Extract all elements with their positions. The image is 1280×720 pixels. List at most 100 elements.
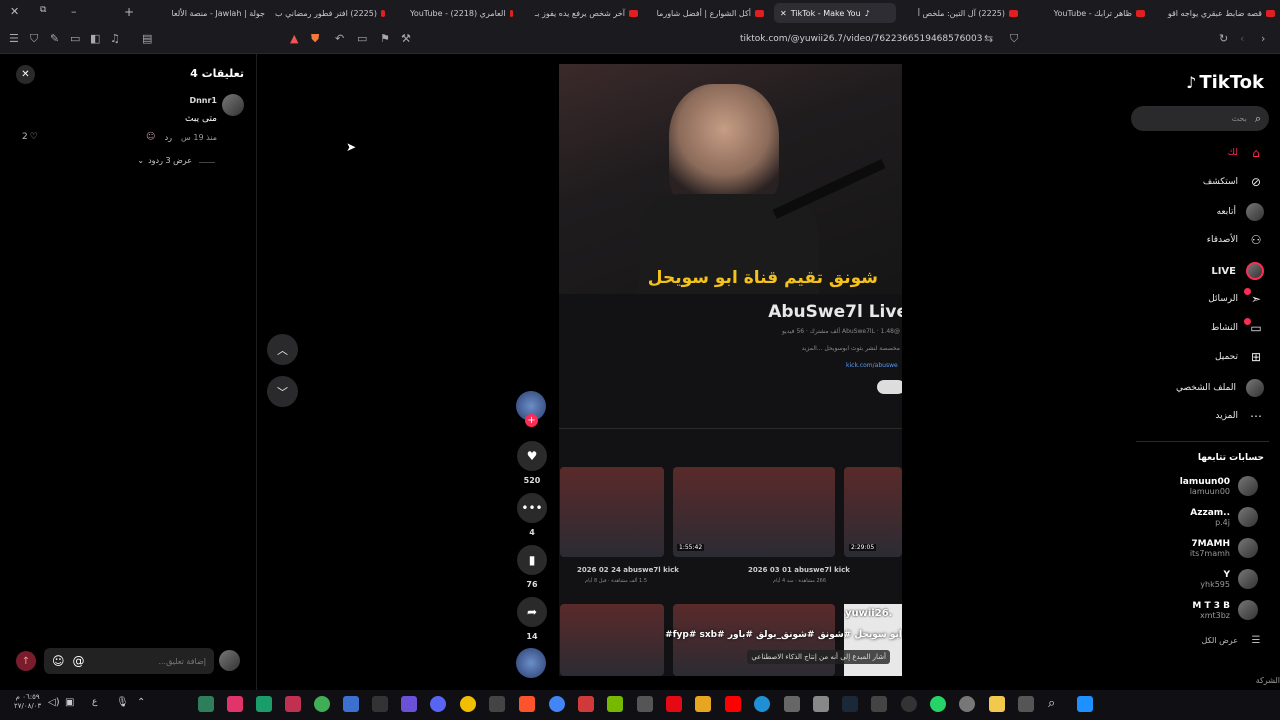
music-disc-avatar[interactable]	[516, 648, 546, 678]
restore-window-icon[interactable]: ⧉	[40, 5, 46, 15]
following-account[interactable]: 7MAMH its7mamh	[1190, 538, 1258, 558]
app-icon[interactable]	[372, 696, 388, 712]
whatsapp-icon[interactable]	[930, 696, 946, 712]
tiktok-app-icon[interactable]	[227, 696, 243, 712]
browser-tab[interactable]: جولة | Jawlah - منصة الألعا	[150, 3, 265, 23]
task-view-icon[interactable]	[1018, 696, 1034, 712]
clock[interactable]: ٠٦:٥٩ م ٢٧/٠٨/٠٣	[14, 693, 41, 711]
network-icon[interactable]: ▣	[65, 697, 74, 708]
close-window-icon[interactable]: ✕	[10, 5, 19, 18]
app-icon[interactable]	[489, 696, 505, 712]
undo-icon[interactable]: ↶	[335, 32, 344, 45]
alert-icon[interactable]: ▲	[290, 32, 298, 45]
tiktok-logo[interactable]: ♪ TikTok	[1186, 72, 1264, 93]
sidebar-icon[interactable]: ◧	[90, 32, 100, 45]
app-icon[interactable]	[198, 696, 214, 712]
brave-browser-icon[interactable]	[519, 696, 535, 712]
tabs-icon[interactable]: ▭	[70, 32, 80, 45]
app-icon[interactable]	[256, 696, 272, 712]
back-icon[interactable]: ‹	[1240, 32, 1244, 45]
browser-tab[interactable]: (2225) افتر فطور رمضاني ب	[275, 3, 385, 23]
search-input[interactable]: بحث ⌕	[1131, 106, 1269, 131]
app-icon[interactable]	[343, 696, 359, 712]
share-button[interactable]: ➦	[517, 597, 547, 627]
following-account[interactable]: M T 3 Bxmt3bz	[1192, 600, 1258, 620]
brave-shield-icon[interactable]: ⛊	[311, 32, 319, 46]
edge-icon[interactable]	[754, 696, 770, 712]
youtube-app-icon[interactable]	[725, 696, 741, 712]
screen-icon[interactable]: ▭	[357, 32, 367, 45]
following-account[interactable]: lamuun00 lamuun00	[1180, 476, 1258, 496]
volume-icon[interactable]: ◁)	[48, 697, 60, 708]
send-comment-button[interactable]: ↑	[16, 651, 36, 671]
browser-tab[interactable]: (2225) آل التين: ملخص أ	[906, 3, 1018, 23]
app-icon[interactable]	[314, 696, 330, 712]
microphone-icon[interactable]: 🎙	[116, 697, 129, 708]
forward-icon[interactable]: ›	[1261, 32, 1265, 45]
pin-icon[interactable]: ✎	[50, 32, 59, 45]
browser-tab[interactable]: آخر شخص يرفع يده يفوز بـ	[525, 3, 638, 23]
mention-button[interactable]: @	[73, 654, 85, 668]
site-settings-icon[interactable]: ⇆	[984, 32, 993, 45]
sidebar-item-messages[interactable]: ➣ الرسائل	[1208, 292, 1264, 306]
language-indicator[interactable]: ع	[92, 697, 97, 707]
menu-icon[interactable]: ☰	[9, 32, 19, 45]
video-player[interactable]: شونق تقيم قناة ابو سويحل AbuSwe7l Live @…	[559, 64, 902, 676]
follow-creator-button[interactable]: +	[525, 414, 538, 427]
sidebar-item-upload[interactable]: ⊞ تحميل	[1215, 350, 1264, 364]
comment-username[interactable]: Dnnr1	[189, 96, 217, 105]
tools-icon[interactable]: ⚒	[401, 32, 411, 45]
app-icon[interactable]	[871, 696, 887, 712]
browser-tab[interactable]: العامري (2218) - YouTube	[410, 3, 513, 23]
emoji-icon[interactable]: ☺	[52, 654, 65, 668]
sidebar-item-more[interactable]: ⋯ المزيد	[1215, 409, 1264, 423]
sidebar-item-live[interactable]: LIVE	[1211, 262, 1264, 280]
reload-icon[interactable]: ↻	[1219, 32, 1228, 45]
see-all-button[interactable]: ☰ عرض الكل	[1201, 635, 1264, 646]
app-icon[interactable]	[784, 696, 800, 712]
search-icon[interactable]: ⌕	[1048, 696, 1064, 712]
music-icon[interactable]: ♫	[110, 32, 120, 45]
tray-chevron-icon[interactable]: ⌃	[137, 697, 145, 708]
translate-icon[interactable]: ⚑	[380, 32, 390, 45]
sidebar-item-following[interactable]: أتابعه	[1217, 203, 1264, 221]
minimize-window-icon[interactable]: –	[71, 5, 77, 18]
avatar[interactable]	[222, 94, 244, 116]
following-account[interactable]: Azzam.. p.4j	[1190, 507, 1258, 527]
discord-icon[interactable]	[430, 696, 446, 712]
shield-icon[interactable]: ⛉	[30, 32, 38, 46]
sidebar-item-explore[interactable]: ⊘ استكشف	[1203, 175, 1264, 189]
company-link[interactable]: الشركة	[1256, 676, 1280, 685]
store-icon[interactable]	[813, 696, 829, 712]
comment-button[interactable]: •••	[517, 493, 547, 523]
like-button[interactable]: ♥	[517, 441, 547, 471]
browser-tab[interactable]: قصه ضابط عبقري يواجه اقو	[1155, 3, 1275, 23]
next-video-button[interactable]: ﹀	[267, 376, 298, 407]
close-comments-button[interactable]: ✕	[16, 65, 35, 84]
sidebar-item-profile[interactable]: الملف الشخصي	[1176, 379, 1264, 397]
close-tab-icon[interactable]: ✕	[780, 9, 787, 18]
app-icon[interactable]	[401, 696, 417, 712]
app-icon[interactable]	[637, 696, 653, 712]
reader-icon[interactable]: ▤	[142, 32, 152, 45]
new-tab-icon[interactable]: +	[124, 5, 134, 19]
file-explorer-icon[interactable]	[989, 696, 1005, 712]
app-icon[interactable]	[695, 696, 711, 712]
sidebar-item-friends[interactable]: ⚇ الأصدقاء	[1207, 233, 1264, 247]
sidebar-item-activity[interactable]: ▭ النشاط	[1211, 321, 1264, 335]
app-icon[interactable]	[460, 696, 476, 712]
search-icon[interactable]: ⌕	[1255, 112, 1261, 126]
settings-icon[interactable]	[959, 696, 975, 712]
netflix-icon[interactable]	[666, 696, 682, 712]
browser-tab-active[interactable]: ✕ TikTok - Make You ♪	[774, 3, 896, 23]
following-account[interactable]: Yyhk595	[1200, 569, 1258, 589]
windows-start-icon[interactable]	[1077, 696, 1093, 712]
comment-input[interactable]: ☺ @ إضافة تعليق...	[44, 648, 214, 674]
browser-tab[interactable]: أكل الشوارع | أفضل شاورما	[652, 3, 764, 23]
app-icon[interactable]	[901, 696, 917, 712]
comment-like-button[interactable]: 2 ♡	[22, 132, 38, 142]
chrome-icon[interactable]	[549, 696, 565, 712]
app-icon[interactable]	[578, 696, 594, 712]
sidebar-item-foryou[interactable]: ⌂ لك	[1228, 146, 1264, 160]
previous-video-button[interactable]: ︿	[267, 334, 298, 365]
